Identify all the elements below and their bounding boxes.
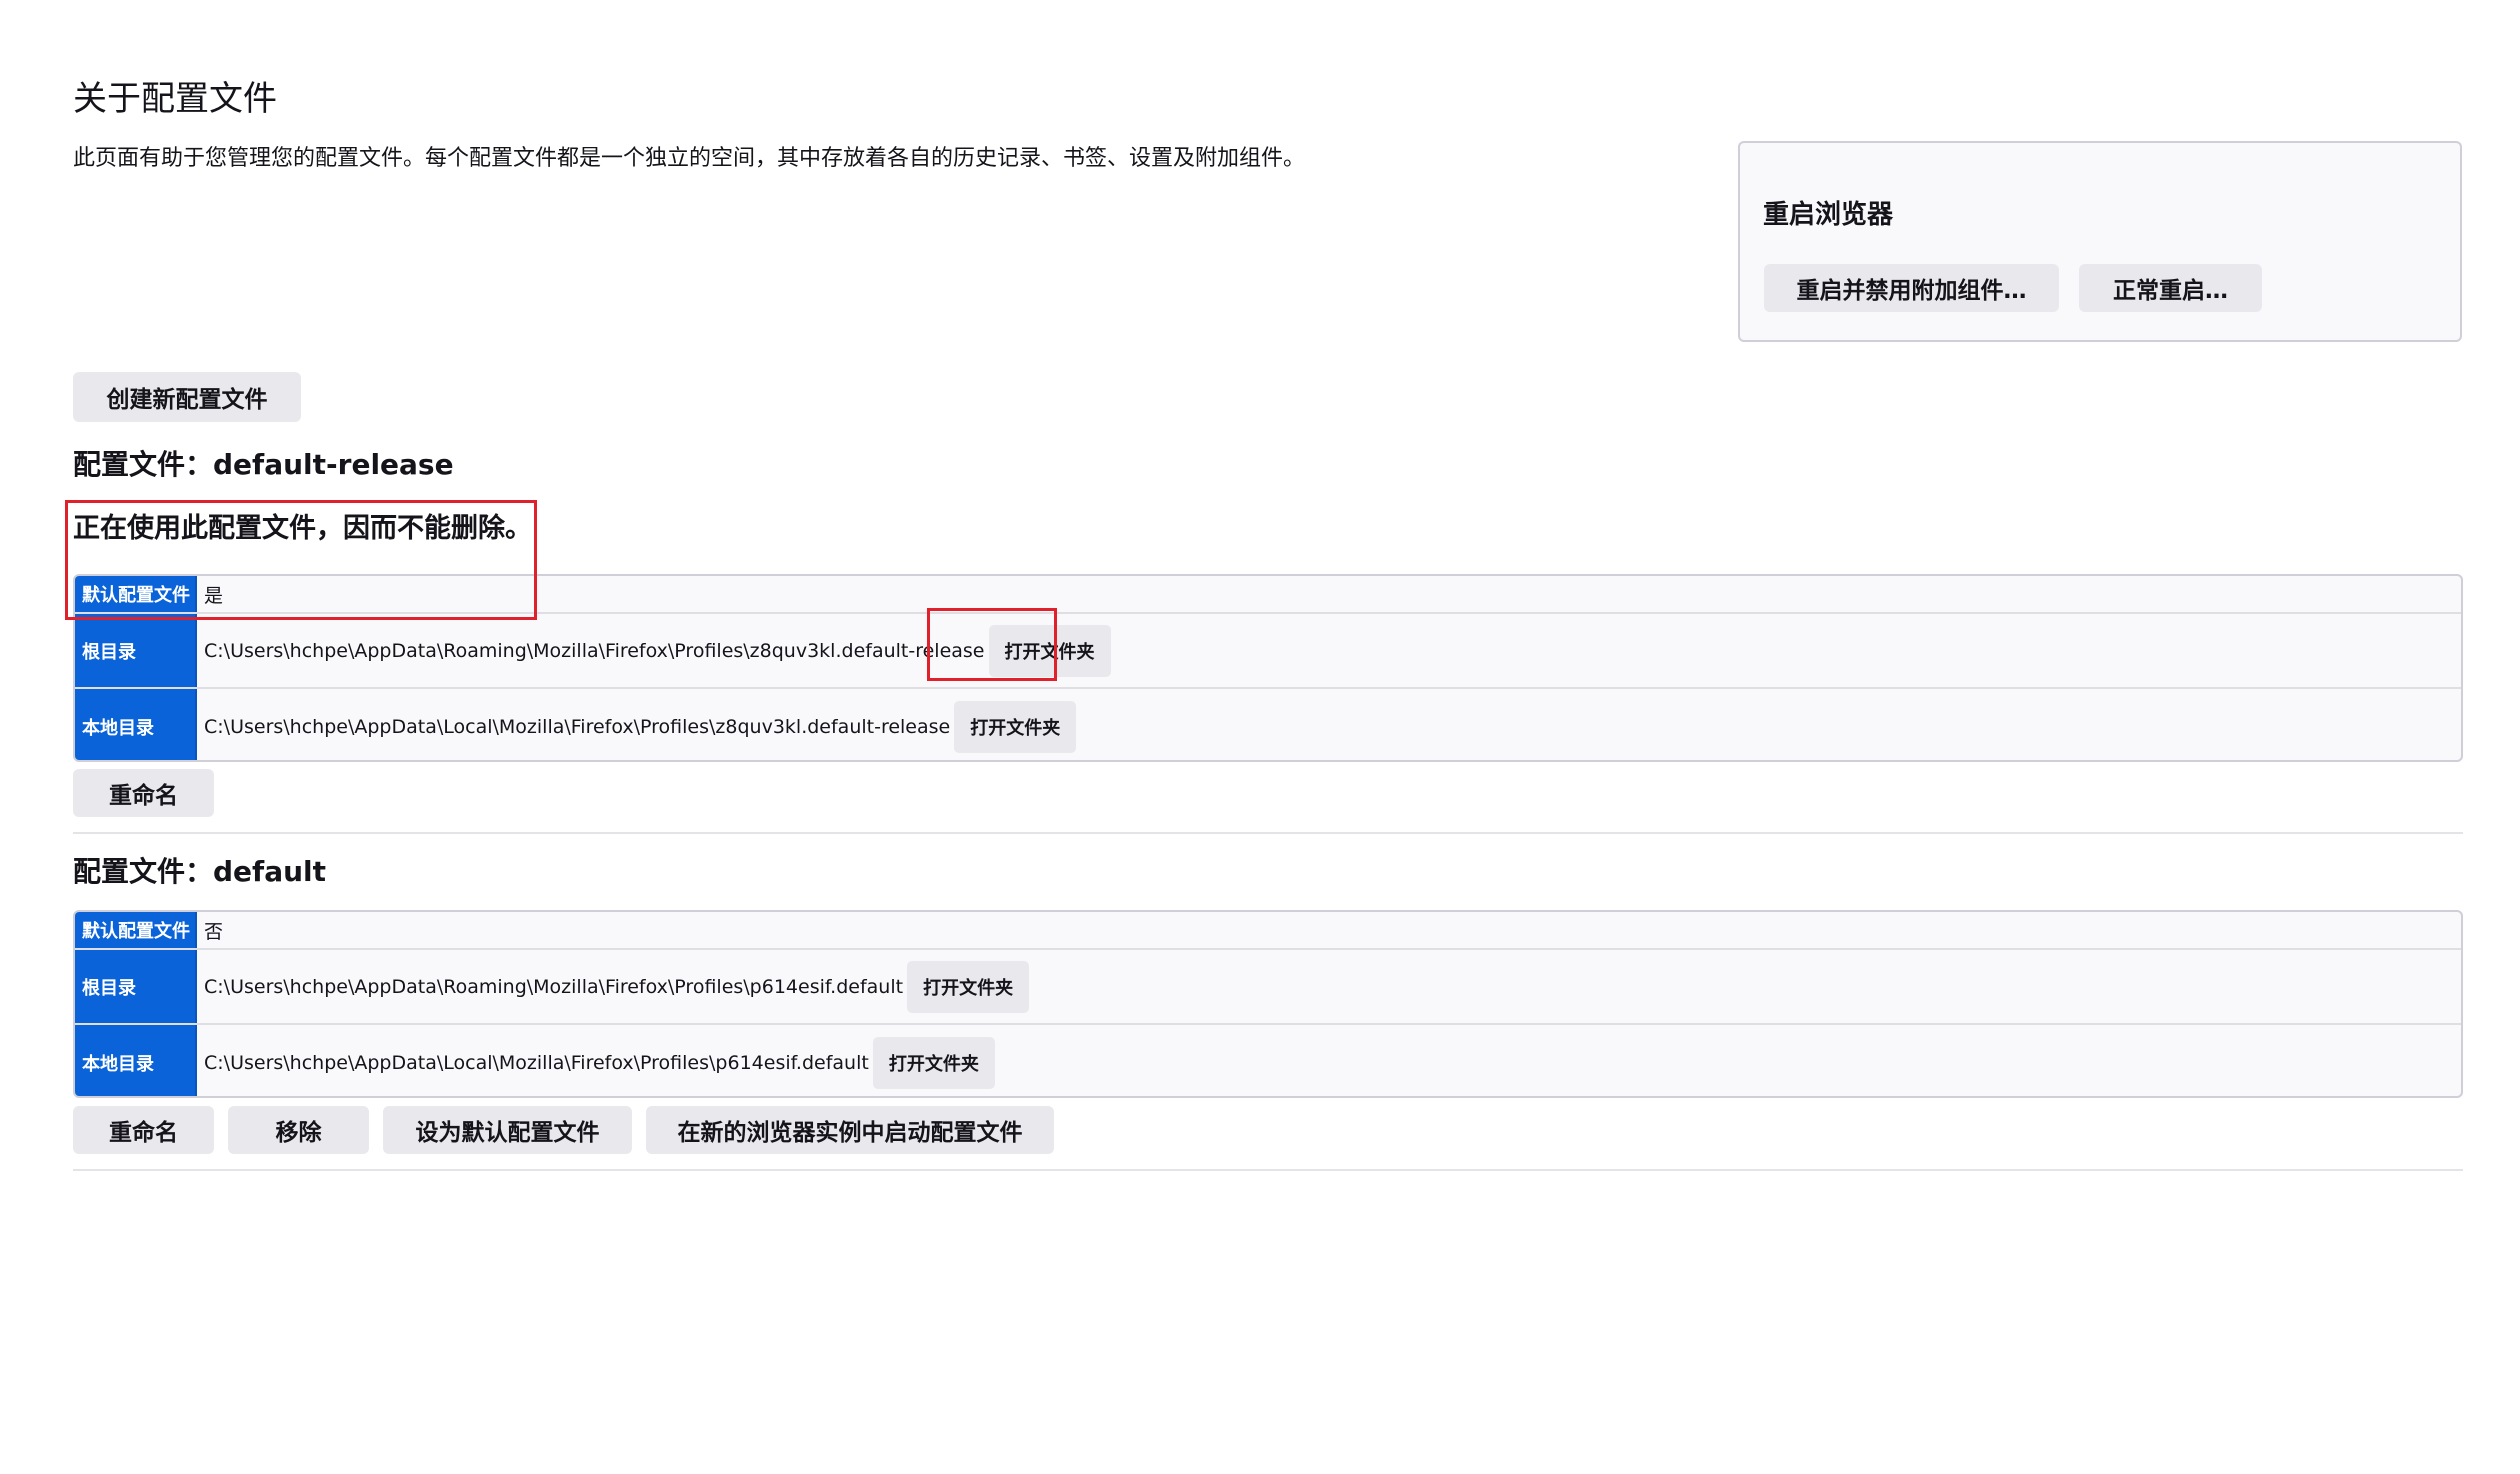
root-dir-label: 根目录 (75, 614, 197, 687)
default-profile-label: 默认配置文件 (75, 912, 197, 948)
root-dir-label: 根目录 (75, 950, 197, 1023)
restart-browser-panel: 重启浏览器 重启并禁用附加组件… 正常重启… (1738, 141, 2462, 342)
restart-disable-addons-button[interactable]: 重启并禁用附加组件… (1764, 264, 2059, 312)
page-title: 关于配置文件 (73, 79, 277, 119)
table-row: 根目录 C:\Users\hchpe\AppData\Roaming\Mozil… (75, 950, 2461, 1025)
root-dir-path: C:\Users\hchpe\AppData\Roaming\Mozilla\F… (204, 639, 985, 662)
profile-info-table: 默认配置文件 是 根目录 C:\Users\hchpe\AppData\Roam… (73, 574, 2463, 762)
default-profile-value: 否 (204, 920, 224, 943)
page-intro: 此页面有助于您管理您的配置文件。每个配置文件都是一个独立的空间，其中存放着各自的… (73, 146, 1306, 171)
rename-profile-button[interactable]: 重命名 (73, 769, 214, 817)
table-row: 根目录 C:\Users\hchpe\AppData\Roaming\Mozil… (75, 614, 2461, 689)
restart-browser-title: 重启浏览器 (1763, 200, 1894, 230)
profile-title: 配置文件：default (73, 855, 327, 888)
remove-profile-button[interactable]: 移除 (228, 1106, 369, 1154)
table-row: 默认配置文件 否 (75, 912, 2461, 950)
root-dir-path: C:\Users\hchpe\AppData\Roaming\Mozilla\F… (204, 975, 904, 998)
open-root-folder-button[interactable]: 打开文件夹 (988, 624, 1111, 677)
open-root-folder-button[interactable]: 打开文件夹 (907, 960, 1030, 1013)
profile-in-use-message: 正在使用此配置文件，因而不能删除。 (73, 513, 532, 544)
launch-profile-button[interactable]: 在新的浏览器实例中启动配置文件 (646, 1106, 1054, 1154)
profile-divider (73, 1169, 2463, 1171)
table-row: 默认配置文件 是 (75, 576, 2461, 614)
open-local-folder-button[interactable]: 打开文件夹 (954, 700, 1077, 753)
restart-normal-button[interactable]: 正常重启… (2079, 264, 2262, 312)
local-dir-path: C:\Users\hchpe\AppData\Local\Mozilla\Fir… (204, 1051, 869, 1074)
set-default-profile-button[interactable]: 设为默认配置文件 (383, 1106, 632, 1154)
create-profile-button[interactable]: 创建新配置文件 (73, 372, 301, 422)
table-row: 本地目录 C:\Users\hchpe\AppData\Local\Mozill… (75, 1025, 2461, 1096)
profile-title: 配置文件：default-release (73, 448, 454, 481)
profile-info-table: 默认配置文件 否 根目录 C:\Users\hchpe\AppData\Roam… (73, 910, 2463, 1098)
default-profile-value: 是 (204, 584, 224, 607)
default-profile-label: 默认配置文件 (75, 576, 197, 612)
table-row: 本地目录 C:\Users\hchpe\AppData\Local\Mozill… (75, 689, 2461, 760)
profile-divider (73, 832, 2463, 834)
local-dir-label: 本地目录 (75, 1025, 197, 1096)
local-dir-path: C:\Users\hchpe\AppData\Local\Mozilla\Fir… (204, 715, 951, 738)
local-dir-label: 本地目录 (75, 689, 197, 760)
rename-profile-button[interactable]: 重命名 (73, 1106, 214, 1154)
open-local-folder-button[interactable]: 打开文件夹 (872, 1036, 995, 1089)
